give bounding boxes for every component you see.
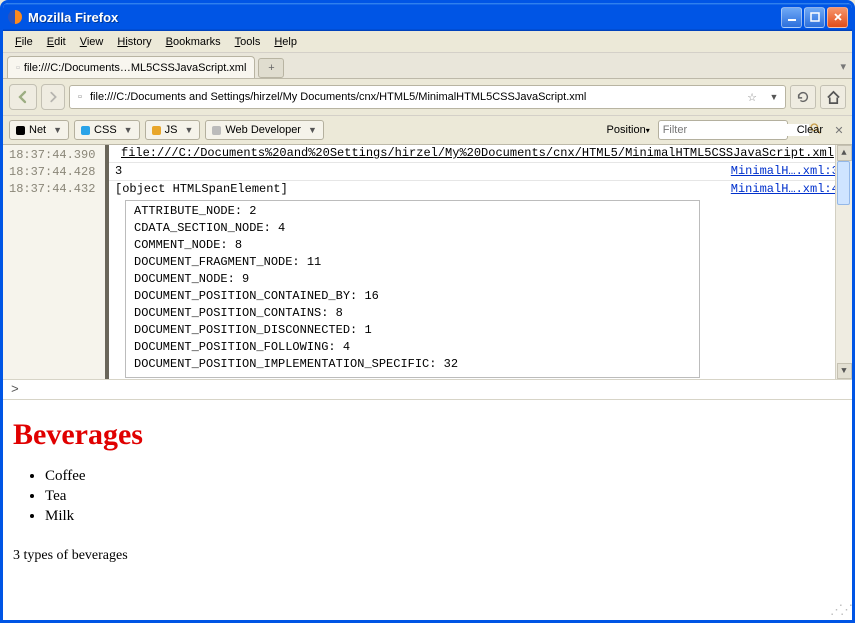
timestamp: 18:37:44.390 [3, 147, 105, 164]
console-row[interactable]: [object HTMLSpanElement] MinimalH….xml:4… [109, 181, 852, 198]
page-heading: Beverages [13, 418, 842, 452]
page-icon: ▫ [16, 62, 20, 74]
resize-grip-icon[interactable]: ⋰⋰ [830, 602, 850, 618]
page-content: Beverages Coffee Tea Milk 3 types of bev… [3, 400, 852, 620]
css-dot-icon [81, 126, 90, 135]
home-button[interactable] [820, 85, 846, 109]
reload-button[interactable] [790, 85, 816, 109]
url-page-icon: ▫ [70, 91, 90, 103]
caret-down-icon: ▼ [184, 125, 193, 135]
css-filter-button[interactable]: CSS ▼ [74, 120, 140, 140]
position-label[interactable]: Position▾ [607, 124, 650, 136]
menu-view[interactable]: View [74, 34, 110, 50]
caret-down-icon: ▼ [53, 125, 62, 135]
prompt-icon: > [11, 382, 19, 397]
console-row[interactable]: 3 MinimalH….xml:39 [109, 163, 852, 181]
menu-file[interactable]: File [9, 34, 39, 50]
scrollbar[interactable]: ▲ ▼ [835, 145, 852, 379]
maximize-button[interactable] [804, 7, 825, 28]
source-link[interactable]: MinimalH….xml:41 [731, 181, 846, 198]
list-item: Milk [45, 506, 842, 526]
titlebar: Mozilla Firefox [3, 3, 852, 31]
tab-list-dropdown-icon[interactable]: ▾ [840, 60, 846, 73]
net-filter-button[interactable]: Net ▼ [9, 120, 69, 140]
object-inspector[interactable]: ATTRIBUTE_NODE: 2 CDATA_SECTION_NODE: 4 … [125, 200, 700, 378]
menu-tools[interactable]: Tools [229, 34, 267, 50]
bookmark-star-icon[interactable]: ☆ [741, 91, 763, 104]
timestamp: 18:37:44.432 [3, 181, 105, 198]
source-link[interactable]: MinimalH….xml:39 [731, 163, 846, 180]
firefox-icon [7, 9, 23, 25]
timestamp: 18:37:44.428 [3, 164, 105, 181]
webdev-dot-icon [212, 126, 221, 135]
filter-input[interactable] [659, 124, 809, 136]
timestamp-column: 18:37:44.390 18:37:44.428 18:37:44.432 [3, 145, 109, 379]
webdeveloper-filter-button[interactable]: Web Developer ▼ [205, 120, 324, 140]
console-messages[interactable]: file:///C:/Documents%20and%20Settings/hi… [109, 145, 852, 379]
window-title: Mozilla Firefox [28, 10, 781, 25]
menu-edit[interactable]: Edit [41, 34, 72, 50]
console-prompt[interactable]: > [3, 379, 852, 400]
back-button[interactable] [9, 84, 37, 110]
scroll-down-icon[interactable]: ▼ [837, 363, 852, 379]
console-row[interactable]: file:///C:/Documents%20and%20Settings/hi… [109, 145, 852, 163]
console-url-link[interactable]: file:///C:/Documents%20and%20Settings/hi… [115, 145, 834, 162]
minimize-button[interactable] [781, 7, 802, 28]
js-dot-icon [152, 126, 161, 135]
menu-bookmarks[interactable]: Bookmarks [160, 34, 227, 50]
webconsole-toolbar: Net ▼ CSS ▼ JS ▼ Web Developer ▼ Positio… [3, 116, 852, 145]
filter-box[interactable] [658, 120, 788, 140]
summary-text: 3 types of beverages [13, 548, 842, 564]
nav-toolbar: ▫ ☆ ▼ [3, 79, 852, 116]
forward-button[interactable] [41, 84, 65, 110]
url-history-dropdown-icon[interactable]: ▼ [763, 92, 785, 102]
scroll-thumb[interactable] [837, 161, 850, 205]
close-console-button[interactable]: ✕ [832, 124, 846, 137]
clear-button[interactable]: Clear [793, 124, 827, 136]
tabstrip: ▫ file:///C:/Documents…ML5CSSJavaScript.… [3, 53, 852, 79]
list-item: Tea [45, 486, 842, 506]
url-input[interactable] [90, 86, 741, 108]
scroll-up-icon[interactable]: ▲ [837, 145, 852, 161]
menubar: File Edit View History Bookmarks Tools H… [3, 31, 852, 53]
js-filter-button[interactable]: JS ▼ [145, 120, 201, 140]
net-dot-icon [16, 126, 25, 135]
webconsole-output: 18:37:44.390 18:37:44.428 18:37:44.432 f… [3, 145, 852, 379]
tab-label: file:///C:/Documents…ML5CSSJavaScript.xm… [24, 62, 247, 74]
caret-down-icon: ▼ [124, 125, 133, 135]
menu-history[interactable]: History [111, 34, 157, 50]
caret-down-icon: ▼ [308, 125, 317, 135]
menu-help[interactable]: Help [268, 34, 303, 50]
beverages-list: Coffee Tea Milk [45, 466, 842, 526]
tab-current[interactable]: ▫ file:///C:/Documents…ML5CSSJavaScript.… [7, 56, 255, 78]
list-item: Coffee [45, 466, 842, 486]
close-button[interactable] [827, 7, 848, 28]
new-tab-button[interactable]: + [258, 58, 284, 78]
url-bar[interactable]: ▫ ☆ ▼ [69, 85, 786, 109]
